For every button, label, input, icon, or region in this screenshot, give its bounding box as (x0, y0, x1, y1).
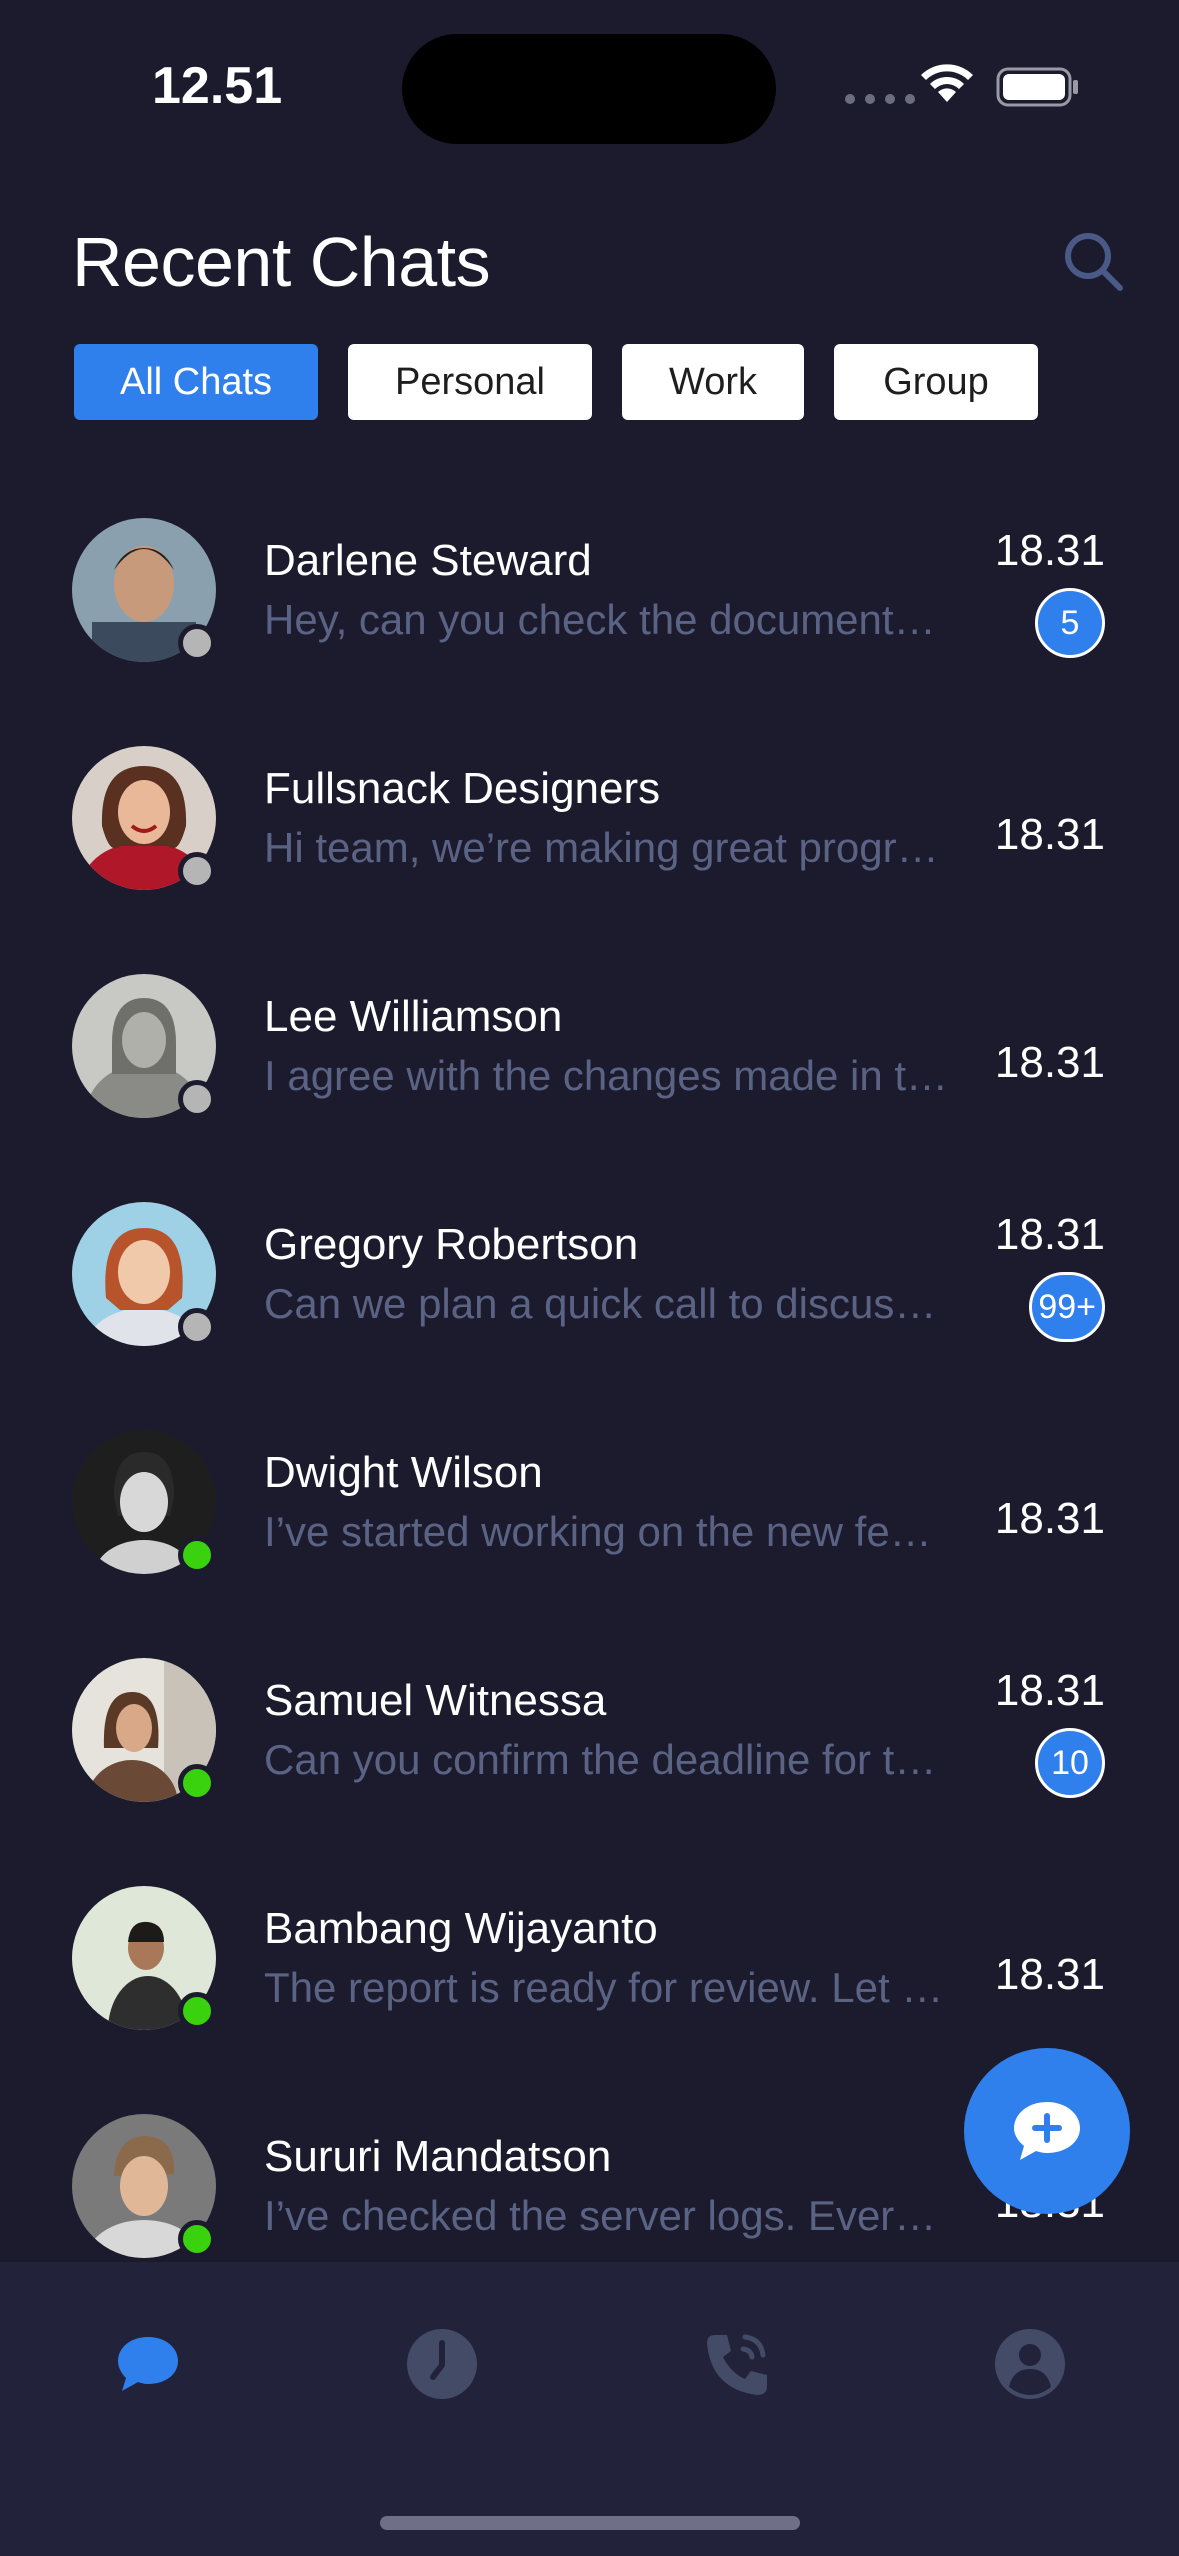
presence-indicator (178, 852, 216, 890)
chat-name: Bambang Wijayanto (264, 1904, 658, 1953)
presence-indicator (178, 624, 216, 662)
chat-name: Fullsnack Designers (264, 764, 661, 813)
chat-name: Lee Williamson (264, 992, 563, 1041)
nav-chats[interactable] (108, 2324, 188, 2404)
chat-time: 18.31 (994, 1494, 1105, 1543)
new-chat-icon (1014, 2102, 1080, 2160)
chat-row[interactable]: Dwight Wilson I’ve started working on th… (0, 1412, 1179, 1640)
chat-preview: Can we plan a quick call to discus… (264, 1280, 937, 1327)
chat-preview: Hey, can you check the document… (264, 596, 936, 643)
chat-time: 18.31 (994, 526, 1105, 575)
chat-row[interactable]: Lee Williamson I agree with the changes … (0, 956, 1179, 1184)
chat-name: Sururi Mandatson (264, 2132, 612, 2181)
nav-history[interactable] (402, 2324, 482, 2404)
chat-row[interactable]: Gregory Robertson Can we plan a quick ca… (0, 1184, 1179, 1412)
dynamic-island (402, 34, 776, 144)
chat-row[interactable]: Samuel Witnessa Can you confirm the dead… (0, 1640, 1179, 1868)
chat-name: Gregory Robertson (264, 1220, 639, 1269)
chat-time: 18.31 (994, 1666, 1105, 1715)
cellular-signal-icon (845, 94, 915, 104)
new-chat-button[interactable] (964, 2048, 1130, 2214)
chat-preview: I’ve checked the server logs. Ever… (264, 2192, 937, 2239)
chat-preview: Hi team, we’re making great progr… (264, 824, 939, 871)
presence-indicator (178, 1308, 216, 1346)
chat-time: 18.31 (994, 1950, 1105, 1999)
presence-indicator (178, 1764, 216, 1802)
unread-badge: 99+ (1029, 1272, 1105, 1342)
presence-indicator (178, 1536, 216, 1574)
tab-group[interactable]: Group (834, 344, 1038, 420)
chat-row[interactable]: Darlene Steward Hey, can you check the d… (0, 500, 1179, 728)
chat-row[interactable]: Fullsnack Designers Hi team, we’re makin… (0, 728, 1179, 956)
chat-name: Dwight Wilson (264, 1448, 543, 1497)
wifi-icon (921, 64, 973, 102)
chat-preview: I’ve started working on the new fe… (264, 1508, 932, 1555)
chat-preview: The report is ready for review. Let … (264, 1964, 944, 2011)
page-title: Recent Chats (72, 223, 491, 301)
chat-time: 18.31 (994, 810, 1105, 859)
tab-personal[interactable]: Personal (348, 344, 592, 420)
tab-work[interactable]: Work (622, 344, 804, 420)
chat-bubble-icon (118, 2337, 178, 2391)
chat-list: Darlene Steward Hey, can you check the d… (0, 500, 1179, 2262)
presence-indicator (178, 1992, 216, 2030)
tab-all-chats[interactable]: All Chats (74, 344, 318, 420)
nav-profile[interactable] (990, 2324, 1070, 2404)
battery-icon (996, 67, 1078, 107)
phone-icon (707, 2334, 767, 2395)
unread-badge: 10 (1035, 1728, 1105, 1798)
presence-indicator (178, 1080, 216, 1118)
chat-preview: Can you confirm the deadline for t… (264, 1736, 937, 1783)
chat-preview: I agree with the changes made in t… (264, 1052, 949, 1099)
status-time: 12.51 (152, 57, 283, 115)
nav-calls[interactable] (696, 2324, 776, 2404)
chat-name: Darlene Steward (264, 536, 592, 585)
clock-icon (407, 2329, 477, 2399)
screen: 12.51 Recent Chats All Chats Personal Wo… (0, 0, 1179, 2556)
search-icon[interactable] (1060, 228, 1126, 294)
chat-time: 18.31 (994, 1210, 1105, 1259)
chat-name: Samuel Witnessa (264, 1676, 607, 1725)
presence-indicator (178, 2220, 216, 2258)
chat-time: 18.31 (994, 1038, 1105, 1087)
home-indicator (380, 2516, 800, 2530)
profile-icon (995, 2329, 1065, 2399)
unread-badge: 5 (1035, 588, 1105, 658)
bottom-nav (0, 2262, 1179, 2556)
